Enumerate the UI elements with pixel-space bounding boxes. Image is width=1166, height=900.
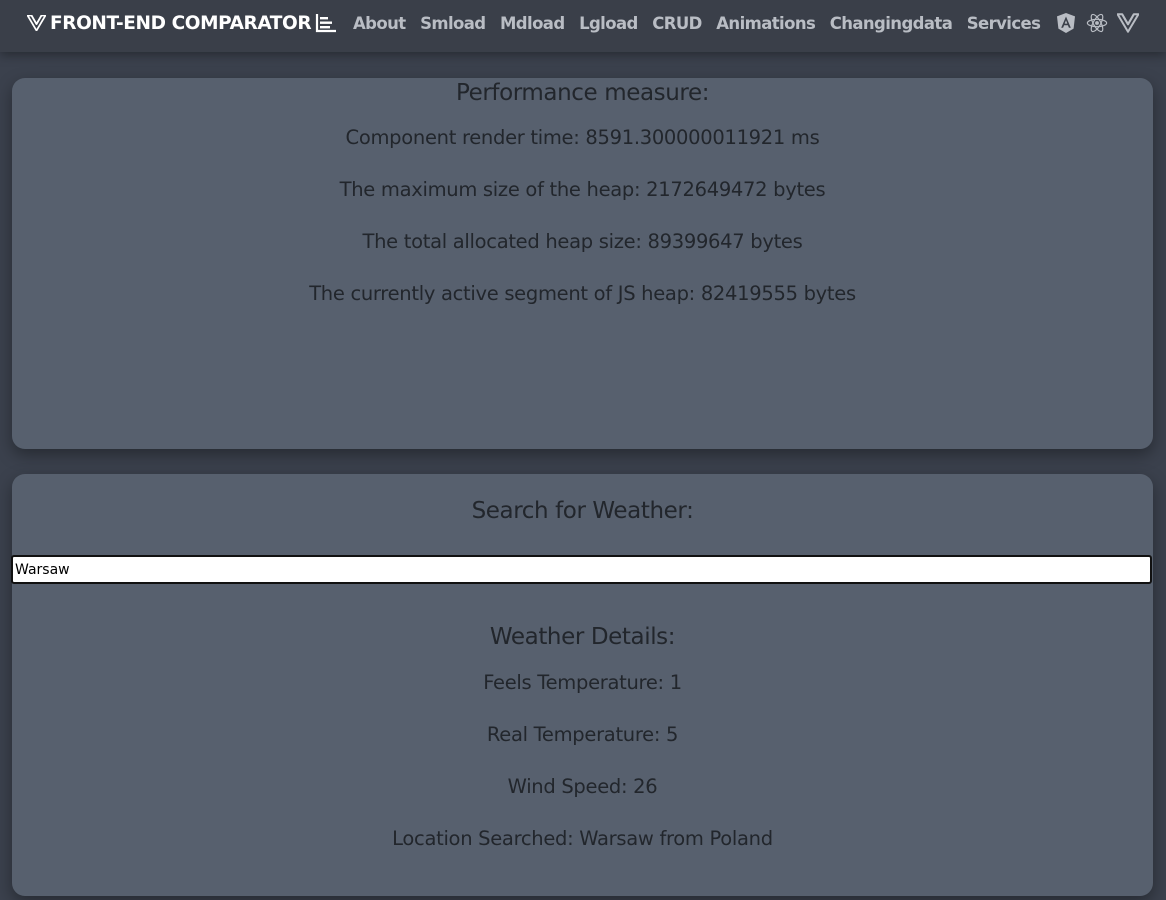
nav-link-mdload[interactable]: Mdload xyxy=(500,14,565,33)
nav-links: About Smload Mdload Lgload CRUD Animatio… xyxy=(353,10,1148,36)
top-navbar: FRONT-END COMPARATOR About Smload Mdload… xyxy=(0,0,1166,52)
location-searched-text: Location Searched: Warsaw from Poland xyxy=(392,827,773,850)
vue-logo-icon xyxy=(27,15,46,31)
vue-logo-icon[interactable] xyxy=(1116,12,1139,34)
nav-link-crud[interactable]: CRUD xyxy=(652,14,702,33)
performance-card: Performance measure: Component render ti… xyxy=(12,78,1153,449)
brand-link[interactable]: FRONT-END COMPARATOR xyxy=(27,10,337,36)
brand-title: FRONT-END COMPARATOR xyxy=(50,12,312,34)
heap-active-text: The currently active segment of JS heap:… xyxy=(309,282,856,305)
real-temperature-text: Real Temperature: 5 xyxy=(486,723,679,746)
heap-total-text: The total allocated heap size: 89399647 … xyxy=(362,230,803,253)
react-logo-icon[interactable] xyxy=(1086,12,1108,34)
nav-link-smload[interactable]: Smload xyxy=(420,14,486,33)
nav-link-about[interactable]: About xyxy=(353,14,406,33)
weather-details-title: Weather Details: xyxy=(489,624,676,650)
feels-temperature-text: Feels Temperature: 1 xyxy=(483,671,682,694)
nav-link-services[interactable]: Services xyxy=(967,14,1041,33)
wind-speed-text: Wind Speed: 26 xyxy=(507,775,658,798)
heap-max-text: The maximum size of the heap: 2172649472… xyxy=(339,178,826,201)
weather-search-input[interactable] xyxy=(11,555,1152,584)
weather-card: Search for Weather: Weather Details: Fee… xyxy=(11,474,1153,896)
nav-link-changingdata[interactable]: Changingdata xyxy=(830,14,953,33)
render-time-text: Component render time: 8591.300000011921… xyxy=(345,126,820,149)
angular-logo-icon[interactable] xyxy=(1055,12,1077,34)
nav-link-animations[interactable]: Animations xyxy=(716,14,816,33)
nav-link-lgload[interactable]: Lgload xyxy=(579,14,638,33)
bar-chart-icon xyxy=(316,14,337,33)
performance-title: Performance measure: xyxy=(455,80,710,106)
search-title: Search for Weather: xyxy=(471,498,694,524)
